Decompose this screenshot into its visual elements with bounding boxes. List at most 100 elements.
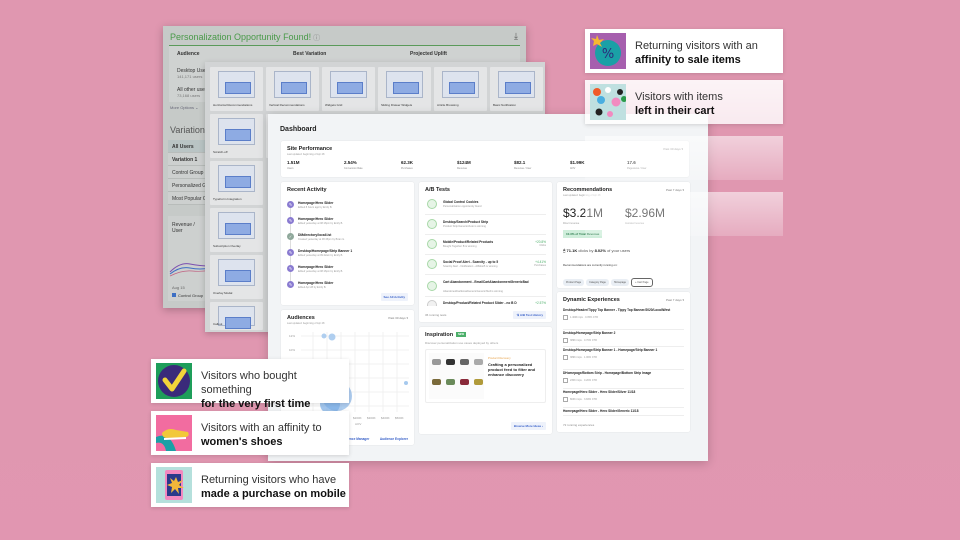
- y-tick: 12%: [289, 334, 295, 338]
- revenue-lines: [169, 263, 210, 277]
- checkmark-icon: [156, 363, 192, 399]
- ab-tests-card: A/B Tests Global Control Cookies Personal…: [419, 182, 552, 322]
- chip-homepage[interactable]: Homepage: [610, 279, 630, 286]
- ab-test-item[interactable]: Desktop/Product/Related Product Slider -…: [425, 297, 546, 306]
- template-tile[interactable]: Horizontal Recommendations: [210, 67, 263, 111]
- dots-icon: [590, 84, 626, 120]
- template-tile[interactable]: Subscription Overlay: [210, 208, 263, 252]
- pencil-icon: ✎: [287, 249, 294, 256]
- opportunity-title: Personalization Opportunity Found! ⓘ: [170, 32, 321, 42]
- ab-test-item[interactable]: Social Proof Alert - Scarcity - up to 5S…: [425, 256, 546, 275]
- direct-revenue-label: Direct revenue: [563, 222, 580, 225]
- shoe-icon: [156, 415, 192, 451]
- stat-aov: $1.99K AOV: [570, 160, 585, 170]
- ab-test-item[interactable]: Cart Abandonment - EmailCartAbandonmentG…: [425, 276, 546, 297]
- stat-purchases: 62.3K Purchases: [401, 160, 414, 170]
- template-tile[interactable]: TypeForm Integration: [210, 161, 263, 205]
- template-tile[interactable]: Widgets Grid: [322, 67, 375, 111]
- more-options-link[interactable]: More Options ⌄: [170, 105, 198, 110]
- audience-explorer-link[interactable]: Audience Explorer: [380, 437, 408, 441]
- x-axis-label: AOV: [355, 422, 361, 426]
- persona-card[interactable]: Returning visitors who have made a purcha…: [151, 463, 349, 507]
- stat-conversion: 2.54% Conversion Rate: [344, 160, 363, 170]
- period-dropdown[interactable]: Past 7 days ▾: [666, 298, 684, 302]
- pencil-icon: ✎: [287, 201, 294, 208]
- template-tile[interactable]: Basic Notification: [490, 67, 543, 111]
- chip-add-cart-page[interactable]: + Cart Page: [631, 278, 653, 287]
- card-title: Site Performance: [287, 146, 333, 152]
- pencil-icon: ✎: [287, 265, 294, 272]
- download-icon[interactable]: ⤓: [514, 31, 518, 42]
- template-tile[interactable]: Overlay Modal: [210, 255, 263, 299]
- variation-row[interactable]: All Users: [168, 140, 210, 153]
- cursor-icon: 🖱: [563, 248, 566, 253]
- chip-category-page[interactable]: Category Page: [586, 279, 609, 286]
- pencil-icon: ✎: [287, 217, 294, 224]
- chip-product-page[interactable]: Product Page: [563, 279, 585, 286]
- x-tick: $500K: [395, 416, 404, 420]
- variation-row[interactable]: Personalized Ga: [168, 179, 210, 192]
- running-tests-count: 36 running tests: [425, 313, 447, 317]
- persona-card-faded: [585, 136, 783, 180]
- period-dropdown[interactable]: Past 30 days ▾: [388, 316, 408, 320]
- experience-item[interactable]: Desktop/Homepage/Strip Banner 2 389K imps…: [563, 331, 684, 347]
- template-tile[interactable]: Scratch-off: [210, 114, 263, 158]
- clicks-summary: 🖱 71.1K clicks by 8.02% of your users: [563, 248, 631, 253]
- experience-item[interactable]: Homepage/Hero Slider - Hero Slider/Gener…: [563, 409, 684, 416]
- experience-item[interactable]: Homepage/Hero Slider - Hero Slider/Silve…: [563, 390, 684, 408]
- revenue-chart: Revenue / User Aug 15 Control Group: [168, 216, 210, 301]
- thumbnail-icon: [563, 396, 568, 402]
- page-chips: Product Page Category Page Homepage + Cart …: [563, 270, 655, 288]
- ab-test-item[interactable]: Global Control Cookies Personalization op…: [425, 196, 546, 215]
- variation-row[interactable]: Most Popular Ga: [168, 192, 210, 205]
- dynamic-experiences-card: Dynamic Experiences Past 7 days ▾ Deskto…: [557, 292, 690, 432]
- template-tile[interactable]: Article Browsing: [434, 67, 487, 111]
- ab-test-history-button[interactable]: ⚗ A/B Test History: [513, 311, 546, 319]
- template-tile[interactable]: Callout: [210, 302, 263, 330]
- persona-card[interactable]: Visitors who bought something for the ver…: [151, 359, 349, 410]
- column-header: Audience: [177, 51, 200, 57]
- persona-text: Returning visitors who have made a purcha…: [201, 474, 346, 500]
- svg-text:%: %: [602, 47, 614, 62]
- series-line: [169, 269, 210, 277]
- see-all-activity-button[interactable]: See All Activity: [380, 293, 408, 301]
- card-subtitle: Discover personalization use cases deplo…: [425, 341, 499, 345]
- card-title: Inspiration NEW: [425, 332, 466, 338]
- recent-activity-card: Recent Activity ✎ Homepage/Hero Slider Edi…: [281, 182, 414, 305]
- running-on-label: Recommendations are currently running on…: [563, 263, 618, 267]
- template-tile[interactable]: Vertical Recommendations: [266, 67, 319, 111]
- pencil-icon: ✎: [287, 281, 294, 288]
- inspiration-card: Inspiration NEW Discover personalization …: [419, 327, 552, 434]
- stat-revenue-per-user: $82.1 Revenue / User: [514, 160, 532, 170]
- ab-test-item[interactable]: Desktop/Search/Product Strip Product Stri…: [425, 216, 546, 235]
- browse-more-ideas-button[interactable]: Browse More Ideas ›: [510, 422, 546, 430]
- audience-bubble: [328, 333, 336, 341]
- experience-item[interactable]: DHomepage/Bottom Strip - Homepage/Bottom…: [563, 371, 684, 389]
- card-subtitle: Last updated: beginning of Apr 28: [287, 153, 325, 156]
- variation-row[interactable]: Variation 1: [168, 153, 210, 166]
- thumbnail-icon: [563, 314, 568, 320]
- persona-card[interactable]: Visitors with items left in their cart: [585, 80, 783, 124]
- ab-test-item[interactable]: Mobile/Product/Related Products Bought To…: [425, 236, 546, 255]
- persona-card[interactable]: % Returning visitors with an affinity to …: [585, 29, 783, 73]
- card-title: Dynamic Experiences: [563, 297, 620, 303]
- experience-item[interactable]: Desktop/Header/Tippy Top Banner - Tippy …: [563, 308, 684, 330]
- test-status-icon: [427, 281, 437, 291]
- test-status-icon: [427, 239, 437, 249]
- experience-item[interactable]: Desktop/Homepage/Strip Banner 1 - Homepa…: [563, 348, 684, 370]
- axis-date: Aug 15: [172, 285, 185, 290]
- persona-text: Visitors with an affinity to women's shoe…: [201, 422, 322, 448]
- card-title: A/B Tests: [425, 187, 450, 193]
- chart-legend: Control Group: [172, 293, 203, 298]
- template-tile[interactable]: Sliding Drawer Widgets: [378, 67, 431, 111]
- timeline-line: [290, 203, 291, 288]
- inspiration-item[interactable]: Product Discovery Crafting a personalize…: [425, 349, 546, 403]
- persona-card-faded: [585, 192, 783, 236]
- card-title: Audiences: [287, 315, 315, 321]
- persona-card[interactable]: Visitors with an affinity to women's shoe…: [151, 411, 349, 455]
- thumbnail-icon: [563, 337, 568, 343]
- card-subtitle: Last updated: beginning of Apr 28: [287, 322, 325, 325]
- page-title: Dashboard: [280, 126, 317, 133]
- variation-row[interactable]: Control Group: [168, 166, 210, 179]
- y-tick: 10%: [289, 348, 295, 352]
